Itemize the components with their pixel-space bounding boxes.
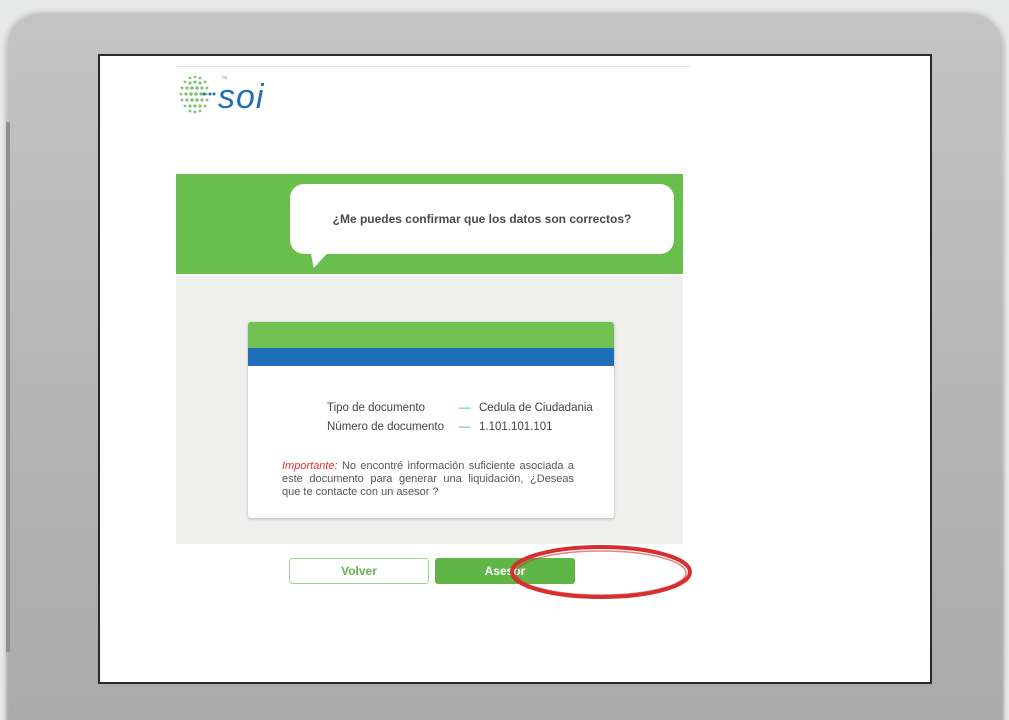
separator: — xyxy=(459,402,471,414)
speech-bubble: ¿Me puedes confirmar que los datos son c… xyxy=(290,184,674,254)
document-type-value: Cedula de Ciudadania xyxy=(479,402,593,414)
content-area: Tipo de documento — Cedula de Ciudadania… xyxy=(176,276,683,544)
document-number-label: Número de documento xyxy=(327,421,444,433)
document-type-label: Tipo de documento xyxy=(327,402,426,414)
card-header-blue xyxy=(248,348,614,366)
document-number-value: 1.101.101.101 xyxy=(479,421,553,433)
card-header-green xyxy=(248,322,614,348)
important-label: Importante: xyxy=(282,460,338,472)
app-container: mi soi ¿Me puedes confirmar que los dato… xyxy=(176,66,690,602)
back-button[interactable]: Volver xyxy=(289,558,429,584)
confirmation-question: ¿Me puedes confirmar que los datos son c… xyxy=(332,212,632,226)
action-bar: Volver Asesor xyxy=(176,546,683,602)
logo-dots-icon xyxy=(179,75,216,114)
soi-logo: mi soi xyxy=(176,72,286,126)
question-banner: ¿Me puedes confirmar que los datos son c… xyxy=(176,174,683,274)
header-divider xyxy=(176,66,690,67)
document-card: Tipo de documento — Cedula de Ciudadania… xyxy=(248,322,614,518)
tablet-side-button xyxy=(6,122,10,652)
separator: — xyxy=(459,421,471,433)
logo-text: soi xyxy=(218,78,265,116)
advisor-button[interactable]: Asesor xyxy=(435,558,575,584)
important-notice: Importante: No encontré información sufi… xyxy=(282,460,574,499)
